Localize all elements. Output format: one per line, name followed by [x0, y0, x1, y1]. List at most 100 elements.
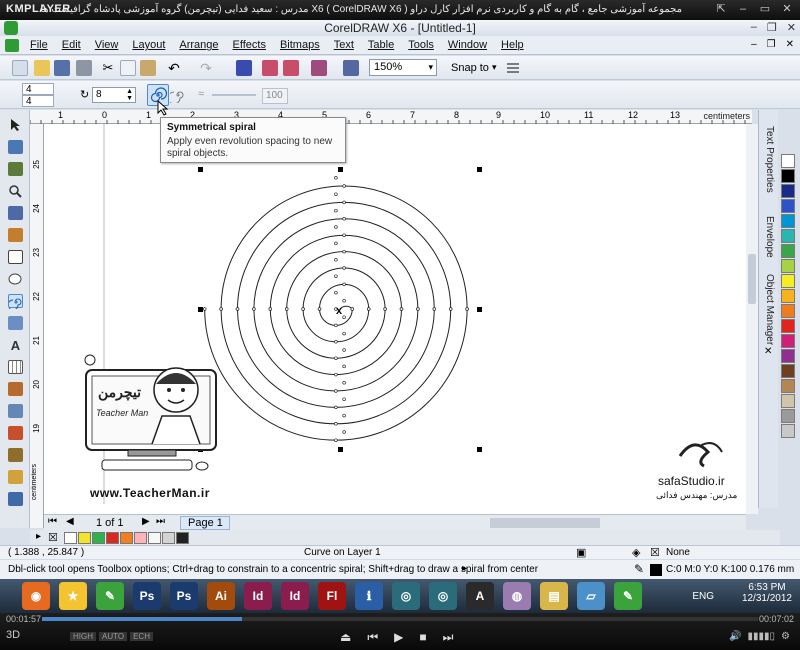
fill-tool-icon[interactable] — [8, 470, 23, 484]
taskbar-app-wc-icon[interactable]: ◎ — [392, 582, 420, 610]
taskbar-app-corel-icon[interactable]: ✎ — [96, 582, 124, 610]
vertical-ruler[interactable]: 25 24 23 22 21 20 19 centimeters — [30, 124, 44, 528]
horizontal-scroll-thumb[interactable] — [490, 518, 600, 528]
eyedropper-tool-icon[interactable] — [8, 448, 23, 462]
palette-swatch[interactable] — [780, 154, 795, 168]
palette-swatch[interactable] — [780, 394, 795, 408]
taskbar-app-ai-icon[interactable]: Ai — [207, 582, 235, 610]
copy-icon[interactable] — [120, 60, 136, 76]
tab-page-1[interactable]: Page 1 — [180, 516, 230, 530]
basic-shapes-tool-icon[interactable] — [8, 316, 23, 330]
taskbar-app-pw-icon[interactable]: ℹ — [355, 582, 383, 610]
spin-arrows-icon[interactable]: ▲ ▼ — [126, 88, 133, 102]
play-icon[interactable]: ▶ — [394, 630, 403, 645]
search-content-icon[interactable] — [236, 60, 252, 76]
freehand-tool-icon[interactable] — [8, 206, 23, 220]
application-launcher-icon[interactable] — [311, 60, 327, 76]
document-icon[interactable] — [5, 39, 19, 52]
minimize-button[interactable]: – — [751, 21, 757, 34]
vertical-scrollbar[interactable] — [746, 124, 758, 514]
volume-slider[interactable]: ▮▮▮▮▯ — [748, 631, 776, 642]
menu-file[interactable]: File — [30, 39, 48, 51]
language-indicator[interactable]: ENG — [692, 591, 714, 602]
shape-tool-icon[interactable] — [8, 140, 23, 154]
document-palette-swatch[interactable] — [78, 532, 91, 544]
object-y-field[interactable]: 4 — [22, 95, 54, 107]
palette-swatch[interactable] — [780, 259, 795, 273]
spiral-revolutions-input[interactable]: 8 ▲ ▼ — [92, 87, 136, 103]
zoom-level-select[interactable]: 150% — [369, 59, 437, 76]
maximize-button[interactable]: ▭ — [756, 2, 774, 17]
palette-swatch[interactable] — [780, 199, 795, 213]
menu-layout[interactable]: Layout — [132, 39, 165, 51]
table-tool-icon[interactable] — [8, 360, 23, 374]
text-tool-icon[interactable]: A — [8, 338, 23, 353]
menu-view[interactable]: View — [95, 39, 119, 51]
eject-icon[interactable]: ⏏ — [340, 630, 351, 645]
close-button[interactable]: ✕ — [787, 21, 796, 34]
docker-close-icon[interactable]: ✕ — [764, 346, 772, 357]
mode-tag[interactable]: AUTO — [99, 632, 128, 641]
taskbar-app-gp-icon[interactable]: A — [466, 582, 494, 610]
zoom-tool-icon[interactable] — [8, 184, 23, 198]
document-palette-arrow-icon[interactable]: ▸ — [36, 531, 41, 542]
cut-icon[interactable]: ✂ — [100, 60, 116, 76]
export-icon[interactable] — [283, 60, 299, 76]
palette-swatch[interactable] — [780, 379, 795, 393]
document-palette-swatch[interactable] — [176, 532, 189, 544]
palette-swatch[interactable] — [780, 409, 795, 423]
rectangle-tool-icon[interactable] — [8, 250, 23, 264]
document-palette-swatch[interactable] — [64, 532, 77, 544]
logarithmic-spiral-button[interactable] — [167, 87, 186, 105]
pick-tool-icon[interactable] — [8, 118, 23, 132]
taskbar-app-ps-icon[interactable]: Ps — [133, 582, 161, 610]
import-icon[interactable] — [262, 60, 278, 76]
document-palette-swatch[interactable] — [92, 532, 105, 544]
print-icon[interactable] — [76, 60, 92, 76]
dimension-tool-icon[interactable] — [8, 382, 23, 396]
last-page-button[interactable]: ⏭ — [156, 516, 165, 527]
snap-to-arrow-icon[interactable]: ▾ — [492, 62, 497, 73]
connector-tool-icon[interactable] — [8, 404, 23, 418]
restore-button[interactable]: ❐ — [767, 21, 777, 34]
undo-icon[interactable]: ↶ — [166, 60, 182, 76]
menu-edit[interactable]: Edit — [62, 39, 81, 51]
close-button[interactable]: ✕ — [778, 2, 796, 17]
palette-swatch[interactable] — [780, 229, 795, 243]
menu-help[interactable]: Help — [501, 39, 524, 51]
welcome-screen-icon[interactable] — [343, 60, 359, 76]
taskbar-app-folder-icon[interactable]: ▤ — [540, 582, 568, 610]
palette-swatch[interactable] — [780, 319, 795, 333]
menu-arrange[interactable]: Arrange — [179, 39, 218, 51]
open-icon[interactable] — [34, 60, 50, 76]
clock-time[interactable]: 6:53 PM — [742, 582, 792, 593]
no-color-swatch[interactable]: ☒ — [48, 531, 58, 544]
spiral-expansion-value[interactable]: 100 — [262, 88, 288, 104]
document-palette-swatch[interactable] — [162, 532, 175, 544]
menu-table[interactable]: Table — [368, 39, 394, 51]
docker-envelope[interactable]: Envelope — [764, 216, 775, 258]
3d-button[interactable]: 3D — [6, 629, 20, 641]
taskbar-app-fl-icon[interactable]: Fl — [318, 582, 346, 610]
doc-restore-button[interactable]: ❐ — [767, 39, 776, 50]
palette-swatch[interactable] — [780, 304, 795, 318]
next-icon[interactable]: ⏭ — [443, 630, 454, 645]
seek-bar[interactable] — [42, 617, 758, 621]
pin-icon[interactable]: ⇱ — [712, 2, 730, 17]
redo-icon[interactable]: ↷ — [198, 60, 214, 76]
taskbar-app-id-icon[interactable]: Id — [281, 582, 309, 610]
palette-swatch[interactable] — [780, 289, 795, 303]
palette-swatch[interactable] — [780, 349, 795, 363]
menu-tools[interactable]: Tools — [408, 39, 434, 51]
horizontal-ruler[interactable]: 1 0 1 2 3 4 5 6 7 8 9 10 11 12 13 centim… — [30, 110, 752, 124]
smart-fill-tool-icon[interactable] — [8, 228, 23, 242]
palette-swatch[interactable] — [780, 334, 795, 348]
crop-tool-icon[interactable] — [8, 162, 23, 176]
prev-page-button[interactable]: ◀ — [66, 516, 74, 527]
docker-object-manager[interactable]: Object Manager — [764, 274, 775, 345]
taskbar-app-wc-icon[interactable]: ◎ — [429, 582, 457, 610]
palette-swatch[interactable] — [780, 184, 795, 198]
document-palette-swatch[interactable] — [134, 532, 147, 544]
palette-swatch[interactable] — [780, 274, 795, 288]
clock-date[interactable]: 12/31/2012 — [742, 593, 792, 604]
